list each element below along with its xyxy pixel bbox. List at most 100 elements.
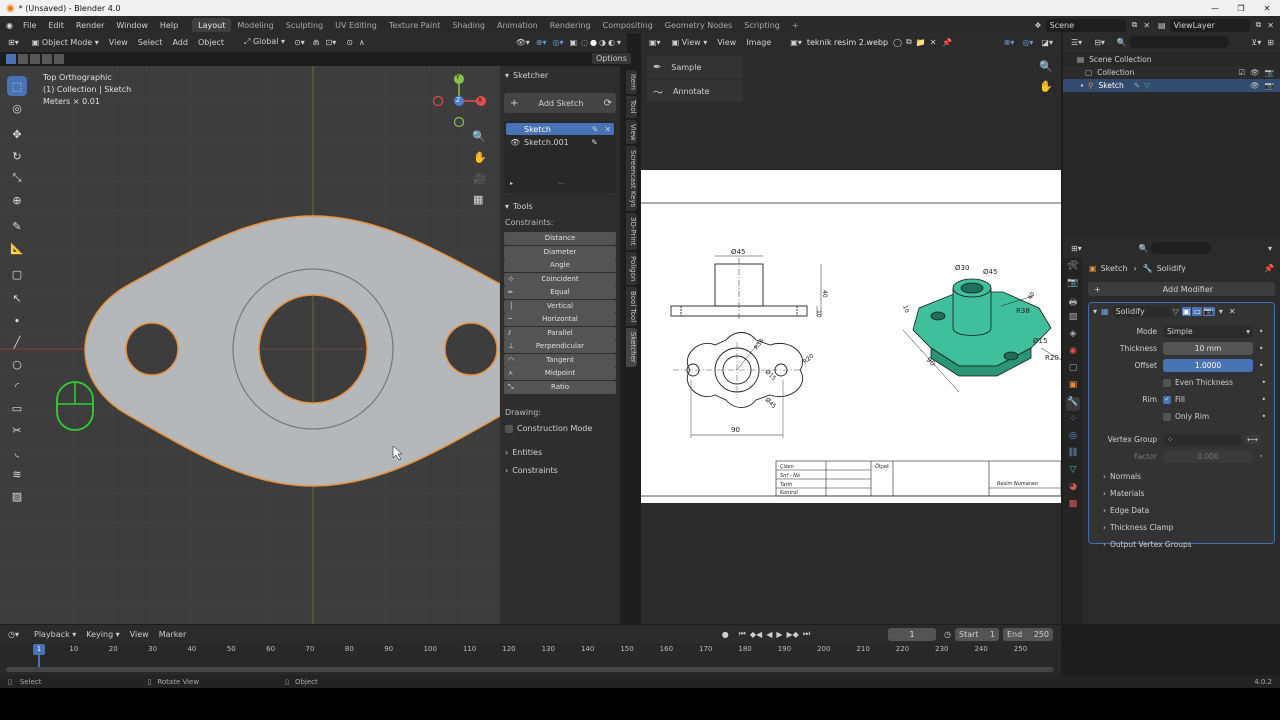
- snap-icon[interactable]: ⋒: [313, 38, 320, 47]
- shading-wire-icon[interactable]: ◌: [581, 38, 588, 47]
- constraints-properties-icon[interactable]: ⛓: [1066, 448, 1080, 462]
- parallel-constraint-button[interactable]: ⫽ Parallel: [504, 326, 616, 340]
- material-properties-icon[interactable]: ◕: [1066, 482, 1080, 496]
- tab-item[interactable]: Item: [626, 70, 637, 94]
- zoom-icon[interactable]: 🔍: [472, 130, 486, 143]
- sketch-cursor-icon[interactable]: ↖: [7, 288, 27, 308]
- hide-eye-icon[interactable]: 👁: [1250, 68, 1260, 77]
- properties-options-icon[interactable]: ▾: [1268, 244, 1272, 253]
- new-collection-icon[interactable]: ⊞: [1267, 38, 1274, 47]
- arc-tool-icon[interactable]: ◜: [7, 376, 27, 396]
- transform-orientation[interactable]: ⤢ Global ▾: [239, 37, 290, 47]
- keyframe-dot-icon[interactable]: •: [1262, 395, 1266, 404]
- add-sketch-button[interactable]: + Add Sketch ⟳: [504, 93, 616, 113]
- horizontal-constraint-button[interactable]: ─ Horizontal: [504, 313, 616, 326]
- open-image-icon[interactable]: 📁: [916, 38, 926, 47]
- view-layer-field[interactable]: ViewLayer: [1169, 18, 1250, 32]
- gizmo-toggle-icon[interactable]: ⊕▾: [536, 38, 547, 47]
- visibility-icon[interactable]: 👁▾: [516, 38, 530, 47]
- keyframe-dot-icon[interactable]: •: [1259, 452, 1263, 461]
- viewport-menu-object[interactable]: Object: [193, 38, 229, 47]
- image-display-channels-icon[interactable]: ◪▾: [1041, 38, 1053, 47]
- entities-panel-header[interactable]: › Entities: [500, 444, 620, 462]
- tab-sketcher[interactable]: Sketcher: [626, 328, 637, 368]
- outliner-search-input[interactable]: [1128, 36, 1229, 48]
- marker-menu[interactable]: Marker: [154, 630, 192, 639]
- render-camera-icon[interactable]: 📷: [1265, 68, 1274, 77]
- keyframe-dot-icon[interactable]: •: [1262, 412, 1266, 421]
- start-frame-field[interactable]: Start 1: [955, 627, 999, 641]
- image-editor-type-icon[interactable]: ▣▾: [649, 38, 661, 47]
- thickness-clamp-subpanel[interactable]: › Thickness Clamp: [1089, 519, 1274, 536]
- viewport-menu-view[interactable]: View: [104, 38, 133, 47]
- invert-vertex-group-icon[interactable]: ⟷: [1245, 435, 1260, 444]
- viewport-toggle-icon[interactable]: ▭: [1192, 306, 1202, 316]
- only-rim-row[interactable]: Only Rim •: [1089, 408, 1274, 425]
- line-tool-icon[interactable]: ╱: [7, 332, 27, 352]
- tab-bool-tool[interactable]: Bool Tool: [626, 287, 637, 327]
- outliner-row-sketch[interactable]: ▸ ⚲ Sketch ✎ ▽ 👁 📷: [1063, 79, 1280, 92]
- trim-tool-icon[interactable]: ✂: [7, 420, 27, 440]
- scene-selector-icon[interactable]: ❖: [1034, 21, 1041, 30]
- remove-modifier-icon[interactable]: ✕: [1229, 307, 1236, 316]
- timeline-area[interactable]: 10 20 30 40 50 60 70 80 90 100 110 120 130 140 150 160 1…: [0, 643, 1061, 675]
- physics-properties-icon[interactable]: ◎: [1066, 431, 1080, 445]
- rectangle-tool-icon[interactable]: ▭: [7, 398, 27, 418]
- tab-geometry-nodes[interactable]: Geometry Nodes: [659, 18, 738, 33]
- factor-field[interactable]: 0.000: [1163, 450, 1253, 463]
- object-properties-icon[interactable]: ▣: [1066, 380, 1080, 394]
- measure-tool-icon[interactable]: 📐: [7, 238, 27, 258]
- diameter-constraint-button[interactable]: Diameter: [504, 245, 616, 259]
- select-box-extend-icon[interactable]: [18, 54, 28, 64]
- tab-compositing[interactable]: Compositing: [597, 18, 659, 33]
- ratio-constraint-button[interactable]: ⤡ Ratio: [504, 380, 616, 394]
- constraints-panel-header[interactable]: › Constraints: [500, 462, 620, 480]
- outliner-row-scene-collection[interactable]: ▤ Scene Collection: [1063, 53, 1280, 66]
- scene-name-field[interactable]: Scene: [1045, 18, 1126, 32]
- edit-sketch-icon[interactable]: ✎: [592, 125, 599, 134]
- pan-hand-icon[interactable]: ✋: [473, 151, 487, 164]
- add-workspace-icon[interactable]: +: [786, 18, 805, 33]
- scale-tool-icon[interactable]: ⤡: [7, 168, 27, 188]
- tool-settings-icon[interactable]: 🛠: [1066, 261, 1080, 275]
- pivot-icon[interactable]: ⊙▾: [294, 38, 305, 47]
- render-camera-icon[interactable]: 📷: [1265, 81, 1274, 90]
- image-menu-image[interactable]: Image: [741, 38, 776, 47]
- maximize-button[interactable]: ❐: [1228, 4, 1254, 13]
- collection-properties-icon[interactable]: ▢: [1066, 363, 1080, 377]
- image-overlay-icon[interactable]: ◎▾: [1022, 38, 1033, 47]
- snap-target-icon[interactable]: ⊡▾: [326, 38, 337, 47]
- keying-menu[interactable]: Keying ▾: [81, 630, 124, 639]
- transform-tool-icon[interactable]: ⊕: [7, 190, 27, 210]
- tab-layout[interactable]: Layout: [192, 17, 232, 33]
- timeline-view-menu[interactable]: View: [125, 630, 154, 639]
- refresh-icon[interactable]: ⟳: [604, 98, 612, 109]
- viewport-3d[interactable]: Top Orthographic (1) Collection | Sketch…: [0, 66, 500, 624]
- editmode-toggle-icon[interactable]: ▣: [1181, 306, 1192, 316]
- render-toggle-icon[interactable]: 📷: [1202, 306, 1215, 316]
- image-gizmo-icon[interactable]: ⊕▾: [1004, 38, 1015, 47]
- modifier-properties-icon[interactable]: 🔧: [1066, 397, 1080, 411]
- equal-constraint-button[interactable]: ═ Equal: [504, 286, 616, 299]
- offset-slider[interactable]: 1.0000: [1163, 359, 1253, 372]
- perpendicular-constraint-button[interactable]: ⊥ Perpendicular: [504, 340, 616, 353]
- tab-screencast-keys[interactable]: Screencast Keys: [626, 146, 637, 212]
- outliner-type-icon[interactable]: ☰▾: [1071, 38, 1082, 47]
- tab-3d-print[interactable]: 3D-Print: [626, 213, 637, 250]
- sketcher-panel-header[interactable]: ▾ Sketcher: [500, 66, 620, 84]
- menu-window[interactable]: Window: [110, 21, 154, 30]
- materials-subpanel[interactable]: › Materials: [1089, 485, 1274, 502]
- delete-scene-icon[interactable]: ✕: [1143, 21, 1150, 30]
- fillet-tool-icon[interactable]: ◟: [7, 442, 27, 462]
- image-name-field[interactable]: teknik resim 2.webp: [807, 38, 888, 47]
- select-box-new-icon[interactable]: [6, 54, 16, 64]
- keyframe-dot-icon[interactable]: •: [1259, 344, 1263, 353]
- timeline-scrollbar[interactable]: [6, 667, 1054, 672]
- rotate-tool-icon[interactable]: ↻: [7, 146, 27, 166]
- image-editor-area[interactable]: ✒ Sample 〜 Annotate 🔍 ✋ Ø45 40 10 R38 Ø1…: [641, 52, 1061, 624]
- mode-dropdown[interactable]: Simple ▾: [1163, 325, 1253, 338]
- annotate-tool-button[interactable]: 〜 Annotate: [647, 80, 743, 102]
- menu-help[interactable]: Help: [154, 21, 184, 30]
- keyframe-dot-icon[interactable]: •: [1259, 361, 1263, 370]
- close-window-button[interactable]: ✕: [1254, 4, 1280, 13]
